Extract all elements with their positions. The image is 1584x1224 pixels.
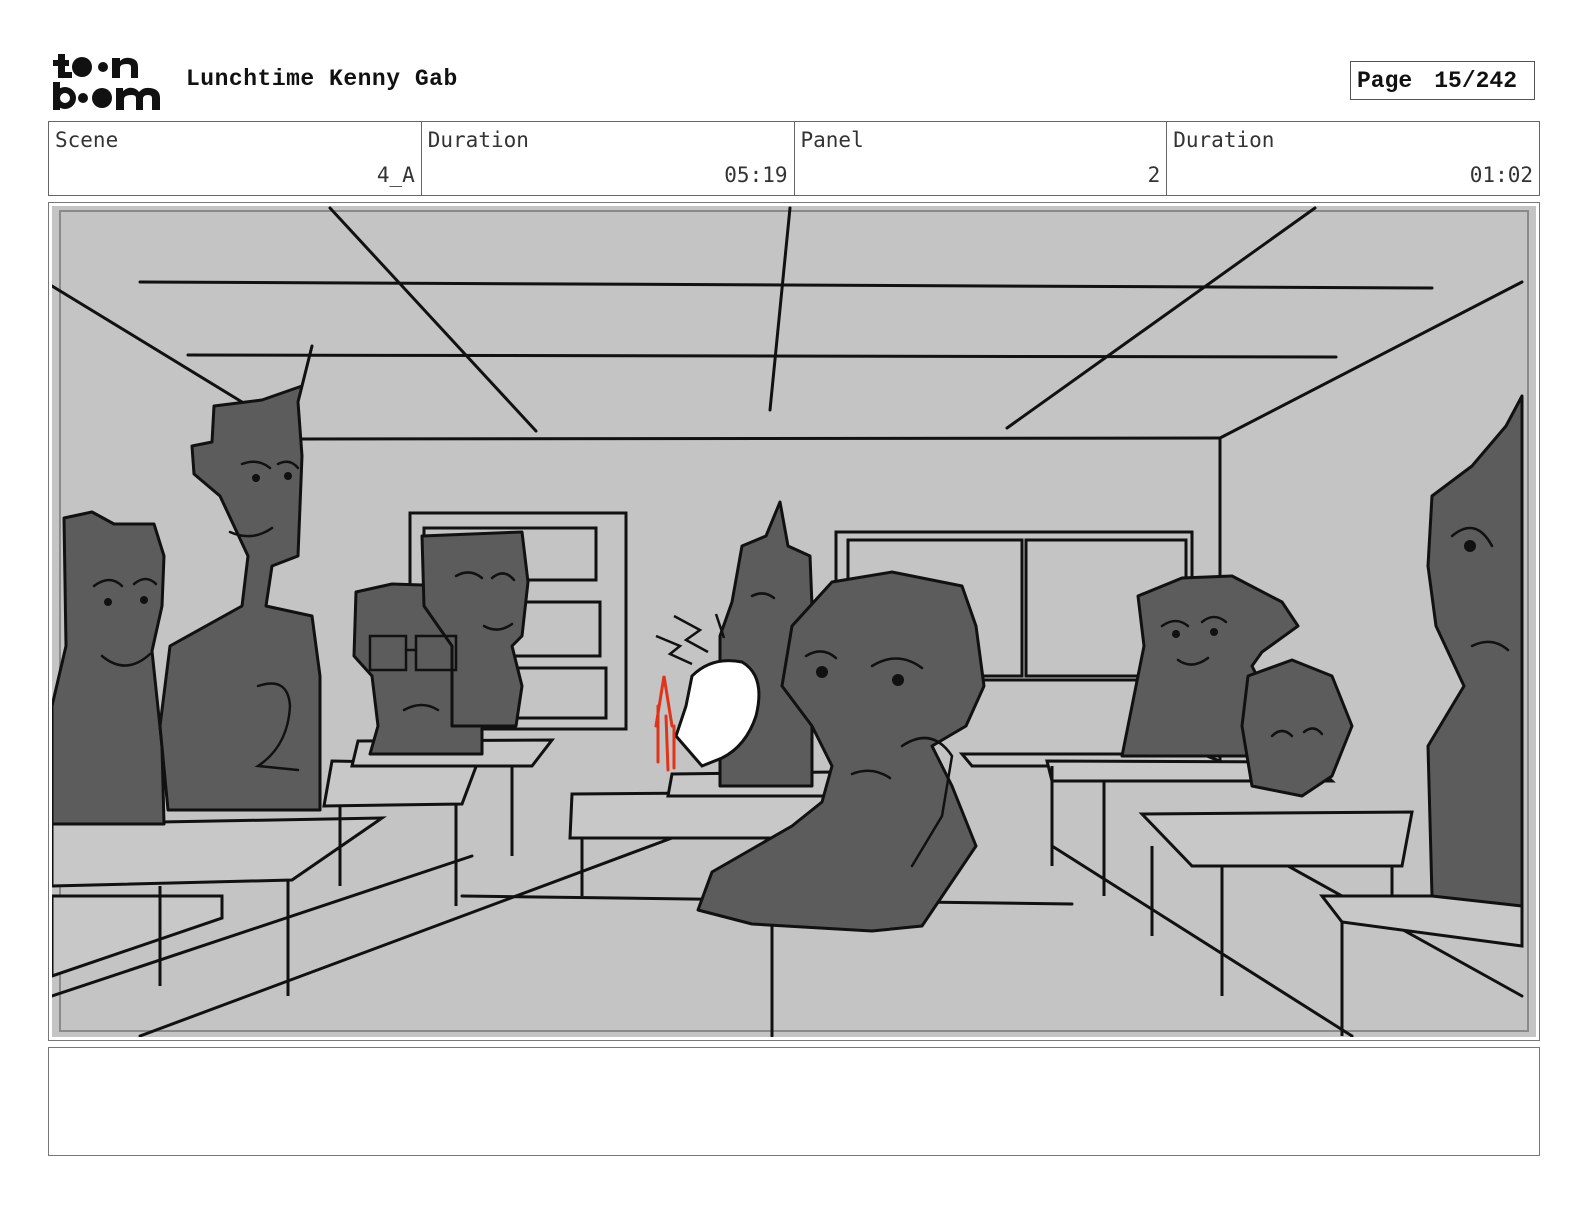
panel-cell: Panel 2 (795, 122, 1168, 195)
scene-label: Scene (55, 128, 119, 152)
scene-cell: Scene 4_A (49, 122, 422, 195)
scene-value: 4_A (376, 163, 415, 187)
project-title: Lunchtime Kenny Gab (186, 66, 458, 92)
scene-duration-value: 05:19 (724, 163, 788, 187)
scene-info-table: Scene 4_A Duration 05:19 Panel 2 Duratio… (48, 121, 1540, 196)
page-indicator: Page 15/242 (1350, 61, 1535, 100)
classroom-storyboard-sketch-icon (52, 206, 1536, 1037)
scene-duration-cell: Duration 05:19 (422, 122, 795, 195)
page-label: Page (1357, 67, 1413, 94)
panel-duration-label: Duration (1173, 128, 1275, 152)
panel-duration-cell: Duration 01:02 (1167, 122, 1539, 195)
panel-notes-box (48, 1047, 1540, 1156)
scene-duration-label: Duration (427, 128, 529, 152)
panel-label: Panel (800, 128, 864, 152)
panel-frame (48, 202, 1540, 1041)
page-number: 15/242 (1434, 67, 1518, 94)
panel-value: 2 (1147, 163, 1161, 187)
panel-duration-value: 01:02 (1469, 163, 1533, 187)
toonboom-logo-icon (53, 54, 160, 110)
